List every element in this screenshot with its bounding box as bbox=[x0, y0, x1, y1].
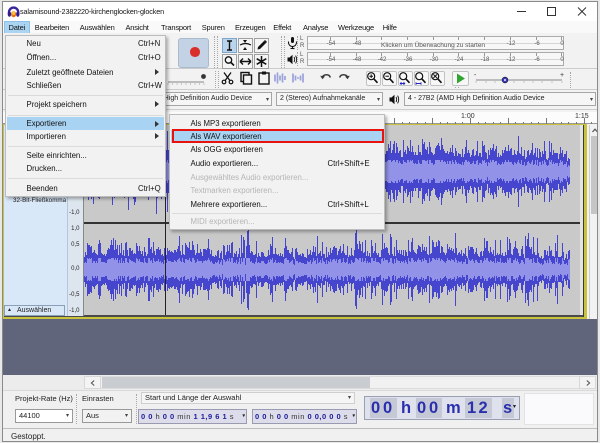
svg-text:-: - bbox=[474, 72, 477, 79]
svg-text:+: + bbox=[560, 72, 564, 79]
